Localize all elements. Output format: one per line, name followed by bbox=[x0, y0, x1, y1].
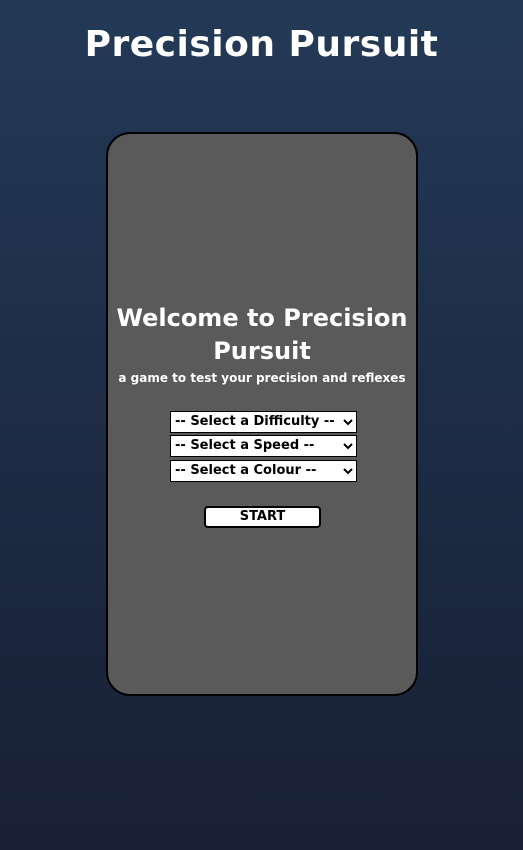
chevron-down-icon bbox=[343, 468, 353, 475]
colour-select[interactable]: -- Select a Colour -- bbox=[170, 460, 357, 482]
colour-select-value: -- Select a Colour -- bbox=[175, 463, 317, 478]
page-title: Precision Pursuit bbox=[84, 24, 439, 65]
speed-select-value: -- Select a Speed -- bbox=[175, 438, 315, 453]
chevron-down-icon bbox=[343, 443, 353, 450]
chevron-down-icon bbox=[343, 419, 353, 426]
game-panel: Welcome to Precision Pursuit a game to t… bbox=[106, 132, 418, 696]
speed-select[interactable]: -- Select a Speed -- bbox=[170, 435, 357, 457]
difficulty-select[interactable]: -- Select a Difficulty -- bbox=[170, 411, 357, 433]
tagline: a game to test your precision and reflex… bbox=[118, 371, 406, 385]
welcome-title: Welcome to Precision Pursuit bbox=[116, 304, 408, 365]
start-button[interactable]: START bbox=[204, 506, 321, 528]
difficulty-select-value: -- Select a Difficulty -- bbox=[175, 414, 335, 429]
